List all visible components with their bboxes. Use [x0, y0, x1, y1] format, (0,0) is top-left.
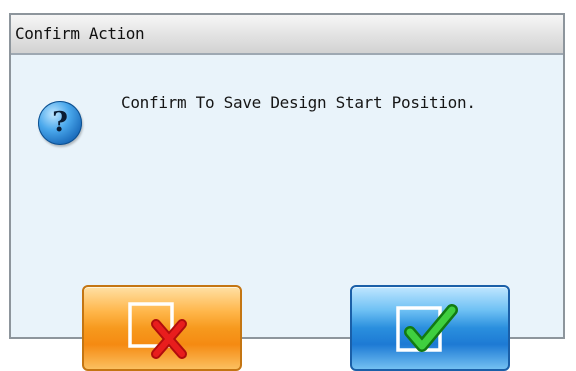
confirm-button[interactable]: [350, 285, 510, 371]
box-with-green-check-icon: [396, 304, 458, 352]
box-with-red-x-icon: [128, 302, 187, 359]
question-icon: ?: [38, 101, 82, 145]
cancel-button[interactable]: [82, 285, 242, 371]
dialog-title: Confirm Action: [15, 24, 145, 43]
dialog-body: ? Confirm To Save Design Start Position.: [11, 55, 563, 371]
question-mark-glyph: ?: [52, 107, 68, 138]
confirm-dialog: Confirm Action ? Confirm To Save Design …: [9, 13, 565, 371]
dialog-message: Confirm To Save Design Start Position.: [121, 93, 476, 112]
dialog-titlebar: Confirm Action: [11, 15, 563, 55]
